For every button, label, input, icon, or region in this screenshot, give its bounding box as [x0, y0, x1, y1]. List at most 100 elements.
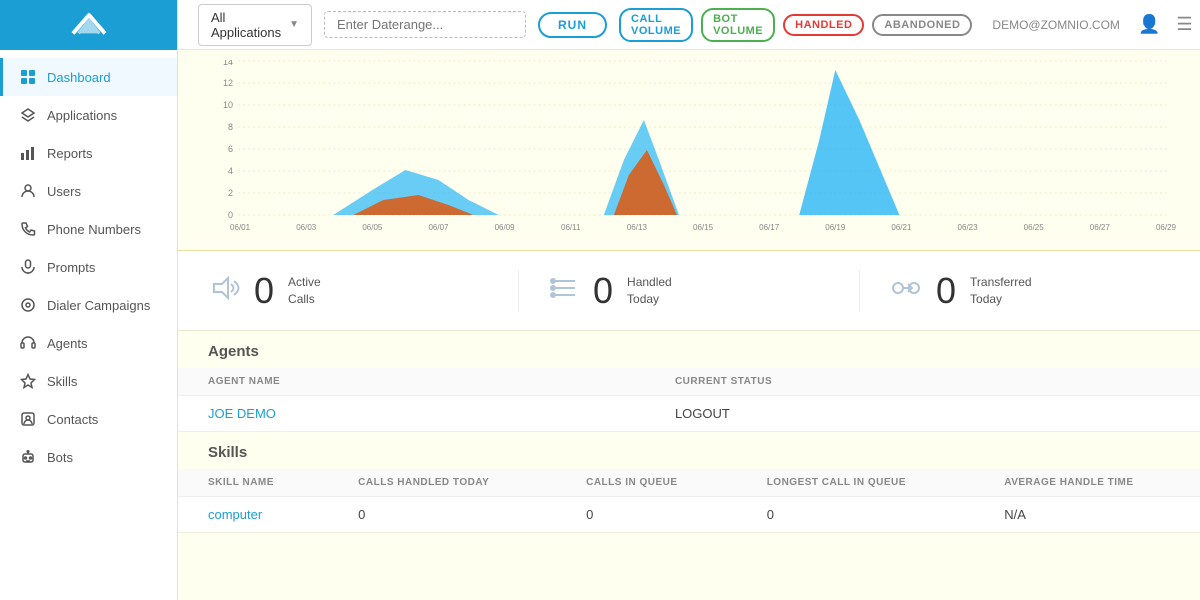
- skills-col-avg: AVERAGE HANDLE TIME: [974, 469, 1200, 497]
- sidebar-item-label: Dialer Campaigns: [47, 298, 150, 313]
- date-range-input[interactable]: [324, 11, 526, 38]
- svg-text:06/09: 06/09: [495, 223, 516, 232]
- svg-text:8: 8: [228, 122, 233, 132]
- svg-text:06/11: 06/11: [561, 223, 581, 232]
- sidebar-item-dashboard[interactable]: Dashboard: [0, 58, 177, 96]
- user-email: DEMO@ZOMNIO.COM: [992, 18, 1120, 32]
- sidebar-item-label: Applications: [47, 108, 117, 123]
- sidebar-item-label: Bots: [47, 450, 73, 465]
- skills-col-queue: CALLS IN QUEUE: [556, 469, 737, 497]
- sidebar-item-label: Agents: [47, 336, 87, 351]
- skill-calls-handled-cell: 0: [328, 497, 556, 533]
- svg-text:12: 12: [223, 78, 233, 88]
- stats-bar: 0 ActiveCalls 0 HandledToday 0 Transferr…: [178, 251, 1200, 331]
- bot-icon: [19, 448, 37, 466]
- agent-name-cell[interactable]: JOE DEMO: [178, 396, 645, 432]
- transferred-today-label: TransferredToday: [970, 274, 1032, 308]
- sidebar-item-label: Users: [47, 184, 81, 199]
- star-icon: [19, 372, 37, 390]
- active-calls-label: ActiveCalls: [288, 274, 321, 308]
- main-content: All Applications ▼ RUN CALL VOLUME BOT V…: [178, 0, 1200, 600]
- sidebar-item-label: Phone Numbers: [47, 222, 141, 237]
- chart-section: 0 2 4 6 8 10 12 14 06/01 06/03 06/05 06/…: [178, 50, 1200, 251]
- svg-text:0: 0: [228, 210, 233, 220]
- stat-active-calls: 0 ActiveCalls: [178, 270, 519, 312]
- svg-text:06/05: 06/05: [362, 223, 383, 232]
- svg-text:06/01: 06/01: [230, 223, 251, 232]
- run-button[interactable]: RUN: [538, 12, 607, 38]
- dial-icon: [19, 296, 37, 314]
- sidebar-item-skills[interactable]: Skills: [0, 362, 177, 400]
- transfer-icon: [890, 272, 922, 310]
- skills-col-longest: LONGEST CALL IN QUEUE: [737, 469, 975, 497]
- contact-icon: [19, 410, 37, 428]
- svg-text:06/15: 06/15: [693, 223, 714, 232]
- table-row: JOE DEMO LOGOUT: [178, 396, 1200, 432]
- legend-abandoned: ABANDONED: [872, 14, 972, 36]
- sidebar-item-label: Prompts: [47, 260, 95, 275]
- transferred-today-number: 0: [936, 270, 956, 312]
- stat-handled-today: 0 HandledToday: [519, 270, 860, 312]
- skill-avg-handle-cell: N/A: [974, 497, 1200, 533]
- stat-transferred-today: 0 TransferredToday: [860, 270, 1200, 312]
- sidebar-item-dialer-campaigns[interactable]: Dialer Campaigns: [0, 286, 177, 324]
- svg-text:06/07: 06/07: [428, 223, 449, 232]
- agents-section: Agents AGENT NAME CURRENT STATUS JOE DEM…: [178, 331, 1200, 432]
- svg-text:06/19: 06/19: [825, 223, 846, 232]
- sidebar: Dashboard Applications Reports Users Pho: [0, 0, 178, 600]
- agents-table: AGENT NAME CURRENT STATUS JOE DEMO LOGOU…: [178, 368, 1200, 432]
- sidebar-item-reports[interactable]: Reports: [0, 134, 177, 172]
- svg-text:2: 2: [228, 188, 233, 198]
- chart-svg: 0 2 4 6 8 10 12 14 06/01 06/03 06/05 06/…: [198, 60, 1180, 235]
- svg-text:6: 6: [228, 144, 233, 154]
- sidebar-item-users[interactable]: Users: [0, 172, 177, 210]
- svg-text:06/21: 06/21: [891, 223, 912, 232]
- skill-longest-call-cell: 0: [737, 497, 975, 533]
- agent-status-cell: LOGOUT: [645, 396, 1200, 432]
- svg-text:4: 4: [228, 166, 233, 176]
- sidebar-item-bots[interactable]: Bots: [0, 438, 177, 476]
- svg-text:06/25: 06/25: [1024, 223, 1045, 232]
- svg-text:14: 14: [223, 60, 233, 67]
- svg-text:06/03: 06/03: [296, 223, 317, 232]
- agents-title: Agents: [178, 331, 1200, 368]
- sidebar-item-prompts[interactable]: Prompts: [0, 248, 177, 286]
- user-icon: [19, 182, 37, 200]
- sidebar-item-phone-numbers[interactable]: Phone Numbers: [0, 210, 177, 248]
- agents-col-status: CURRENT STATUS: [645, 368, 1200, 396]
- app-selector[interactable]: All Applications ▼: [198, 4, 312, 46]
- skills-section: Skills SKILL NAME CALLS HANDLED TODAY CA…: [178, 432, 1200, 533]
- bar-chart-icon: [19, 144, 37, 162]
- handled-today-label: HandledToday: [627, 274, 672, 308]
- sidebar-item-label: Reports: [47, 146, 93, 161]
- svg-text:06/29: 06/29: [1156, 223, 1177, 232]
- logo: [0, 0, 177, 50]
- user-avatar-icon[interactable]: 👤: [1138, 14, 1160, 35]
- sidebar-item-label: Skills: [47, 374, 77, 389]
- legend-bot-volume: BOT VOLUME: [701, 8, 775, 42]
- phone-icon: [19, 220, 37, 238]
- topbar: All Applications ▼ RUN CALL VOLUME BOT V…: [178, 0, 1200, 50]
- skills-table: SKILL NAME CALLS HANDLED TODAY CALLS IN …: [178, 469, 1200, 533]
- svg-text:06/17: 06/17: [759, 223, 780, 232]
- legend-call-volume: CALL VOLUME: [619, 8, 693, 42]
- skills-col-name: SKILL NAME: [178, 469, 328, 497]
- svg-text:06/13: 06/13: [627, 223, 648, 232]
- headset-icon: [19, 334, 37, 352]
- agents-col-name: AGENT NAME: [178, 368, 645, 396]
- legend-handled: HANDLED: [783, 14, 864, 36]
- menu-icon[interactable]: ☰: [1176, 14, 1192, 35]
- skills-title: Skills: [178, 432, 1200, 469]
- sidebar-item-contacts[interactable]: Contacts: [0, 400, 177, 438]
- sidebar-item-applications[interactable]: Applications: [0, 96, 177, 134]
- sidebar-item-agents[interactable]: Agents: [0, 324, 177, 362]
- svg-text:06/27: 06/27: [1090, 223, 1111, 232]
- svg-text:10: 10: [223, 100, 233, 110]
- skill-name-cell[interactable]: computer: [178, 497, 328, 533]
- volume-icon: [208, 272, 240, 310]
- table-row: computer 0 0 0 N/A: [178, 497, 1200, 533]
- skills-col-handled: CALLS HANDLED TODAY: [328, 469, 556, 497]
- chevron-down-icon: ▼: [289, 19, 299, 30]
- mic-icon: [19, 258, 37, 276]
- svg-text:06/23: 06/23: [958, 223, 979, 232]
